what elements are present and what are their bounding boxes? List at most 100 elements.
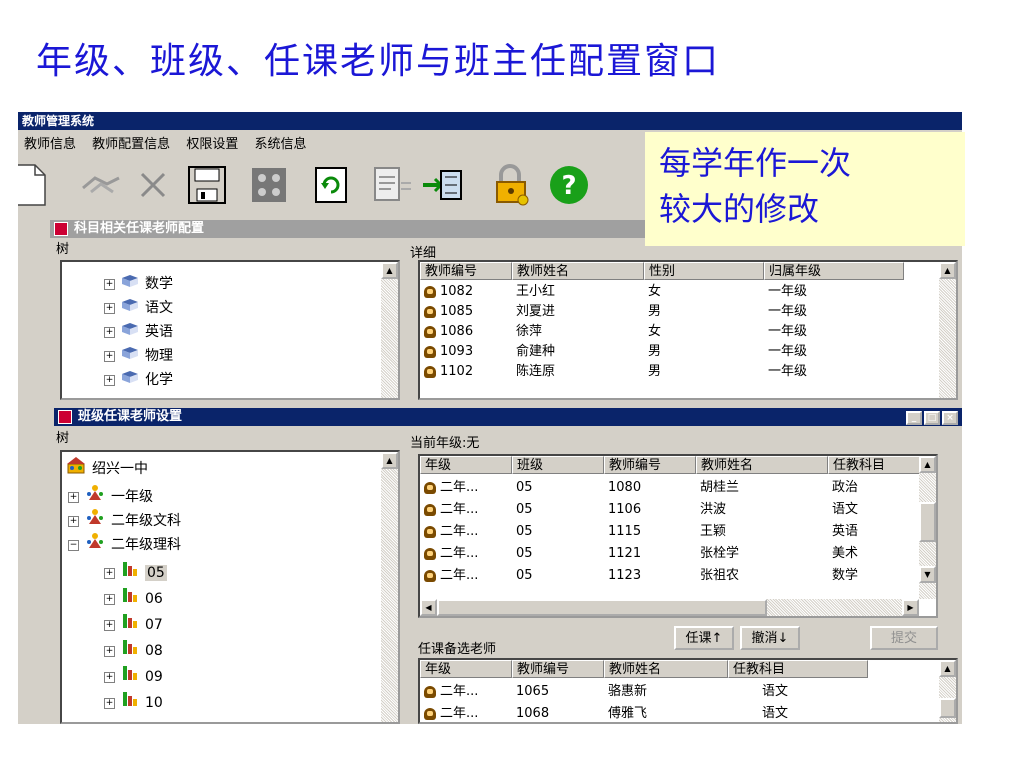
column-header[interactable]: 教师编号 [604,456,696,474]
tree-scrollbar[interactable]: ▲ [381,262,398,398]
tree-node-class-05[interactable]: +05 [104,560,167,584]
table-scrollbar[interactable]: ▲ [939,262,956,398]
save-icon[interactable] [184,162,230,208]
scroll-up-arrow[interactable]: ▲ [939,660,956,677]
scroll-up-arrow[interactable]: ▲ [381,452,398,469]
delete-icon[interactable] [130,162,176,208]
handshake-icon[interactable] [78,162,124,208]
expand-icon[interactable]: + [104,302,115,314]
minimize-button[interactable]: _ [906,410,922,425]
cell-grade: 二年... [440,502,479,517]
scroll-thumb[interactable] [919,502,936,542]
teacher-icon [424,345,436,358]
submit-button[interactable]: 提交 [870,626,938,650]
cell-teacher-id: 1082 [440,284,474,299]
scroll-left-arrow[interactable]: ◀ [420,599,437,616]
column-header[interactable]: 归属年级 [764,262,904,280]
menu-teacher-info[interactable]: 教师信息 [18,134,82,156]
scroll-up-arrow[interactable]: ▲ [381,262,398,279]
class-window-title-bar[interactable]: 班级任课老师设置 _ □ × [54,408,962,426]
scroll-down-arrow[interactable]: ▼ [919,566,936,583]
tree-node-class-08[interactable]: +08 [104,638,163,662]
column-header[interactable]: 教师姓名 [604,660,728,678]
expand-icon[interactable]: + [104,697,115,709]
table-row[interactable]: 二年... 05 1123 张祖农 数学 [420,566,918,586]
column-header[interactable]: 班级 [512,456,604,474]
scroll-up-arrow[interactable]: ▲ [919,456,936,473]
column-header[interactable]: 任教科目 [828,456,924,474]
expand-icon[interactable]: + [104,278,115,290]
expand-icon[interactable]: + [104,350,115,362]
menu-system-info[interactable]: 系统信息 [248,134,312,156]
people-icon[interactable] [246,162,292,208]
report-icon[interactable] [368,162,414,208]
maximize-button[interactable]: □ [924,410,940,425]
column-header[interactable]: 教师编号 [512,660,604,678]
exit-icon[interactable] [420,162,466,208]
refresh-icon[interactable] [308,162,354,208]
tree-node-english[interactable]: + 英语 [104,320,173,344]
tree-node-grade2-arts[interactable]: + 二年级文科 [68,508,181,532]
column-header[interactable]: 教师姓名 [696,456,828,474]
tree-node-label: 英语 [145,324,173,340]
table-row[interactable]: 二年... 05 1080 胡桂兰 政治 [420,478,918,498]
expand-icon[interactable]: + [104,567,115,579]
column-header[interactable]: 性别 [644,262,764,280]
column-header[interactable]: 任教科目 [728,660,868,678]
tree-node-school[interactable]: 绍兴一中 [66,456,148,480]
tree-node-class-06[interactable]: +06 [104,586,163,610]
column-header[interactable]: 年级 [420,660,512,678]
expand-icon[interactable]: + [104,593,115,605]
class-icon [121,638,139,664]
tree-node-grade1[interactable]: + 一年级 [68,484,153,508]
column-header[interactable]: 教师编号 [420,262,512,280]
class-tree-scrollbar[interactable]: ▲ [381,452,398,722]
tree-node-grade2-science[interactable]: − 二年级理科 [68,532,181,556]
tree-node-class-10[interactable]: +10 [104,690,163,714]
cancel-button[interactable]: 撤消↓ [740,626,800,650]
table-row[interactable]: 二年... 1068 傅雅飞 语文 [420,704,868,722]
table-row[interactable]: 1093 俞建种 男 一年级 [420,342,904,362]
expand-icon[interactable]: + [68,491,79,503]
expand-icon[interactable]: + [104,374,115,386]
close-button[interactable]: × [942,410,958,425]
tree-node-class-09[interactable]: +09 [104,664,163,688]
column-header[interactable]: 教师姓名 [512,262,644,280]
app-title-text: 教师管理系统 [22,114,95,128]
scroll-up-arrow[interactable]: ▲ [939,262,956,279]
tree-node-math[interactable]: + 数学 [104,272,173,296]
table-row[interactable]: 1082 王小红 女 一年级 [420,282,904,302]
table-row[interactable]: 二年... 05 1106 洪波 语文 [420,500,918,520]
class-table-vscroll[interactable]: ▲ ▼ [919,456,936,599]
tree-node-class-07[interactable]: +07 [104,612,163,636]
help-icon[interactable]: ? [546,162,592,208]
column-header[interactable]: 年级 [420,456,512,474]
table-row[interactable]: 二年... 05 1121 张栓学 美术 [420,544,918,564]
expand-icon[interactable]: + [104,619,115,631]
tree-node-label: 07 [145,617,163,633]
assign-button[interactable]: 任课↑ [674,626,734,650]
tree-node-physics[interactable]: + 物理 [104,344,173,368]
table-row[interactable]: 1085 刘夏进 男 一年级 [420,302,904,322]
help-icon-glyph: ? [561,171,576,201]
tree-node-chinese[interactable]: + 语文 [104,296,173,320]
collapse-icon[interactable]: − [68,539,79,551]
scroll-thumb[interactable] [437,599,767,616]
new-icon[interactable] [18,162,52,208]
scroll-right-arrow[interactable]: ▶ [902,599,919,616]
lock-icon[interactable] [488,162,534,208]
table-row[interactable]: 二年... 05 1115 王颖 英语 [420,522,918,542]
menu-permissions[interactable]: 权限设置 [180,134,244,156]
scroll-thumb[interactable] [939,698,956,718]
expand-icon[interactable]: + [104,326,115,338]
candidate-table-scrollbar[interactable]: ▲ [939,660,956,722]
class-table-hscroll[interactable]: ◀ ▶ [420,599,919,616]
table-row[interactable]: 1102 陈连原 男 一年级 [420,362,904,382]
table-row[interactable]: 二年... 1065 骆惠新 语文 [420,682,868,702]
table-row[interactable]: 1086 徐萍 女 一年级 [420,322,904,342]
expand-icon[interactable]: + [104,671,115,683]
expand-icon[interactable]: + [68,515,79,527]
menu-teacher-config[interactable]: 教师配置信息 [86,134,176,156]
tree-node-chemistry[interactable]: + 化学 [104,368,173,392]
expand-icon[interactable]: + [104,645,115,657]
